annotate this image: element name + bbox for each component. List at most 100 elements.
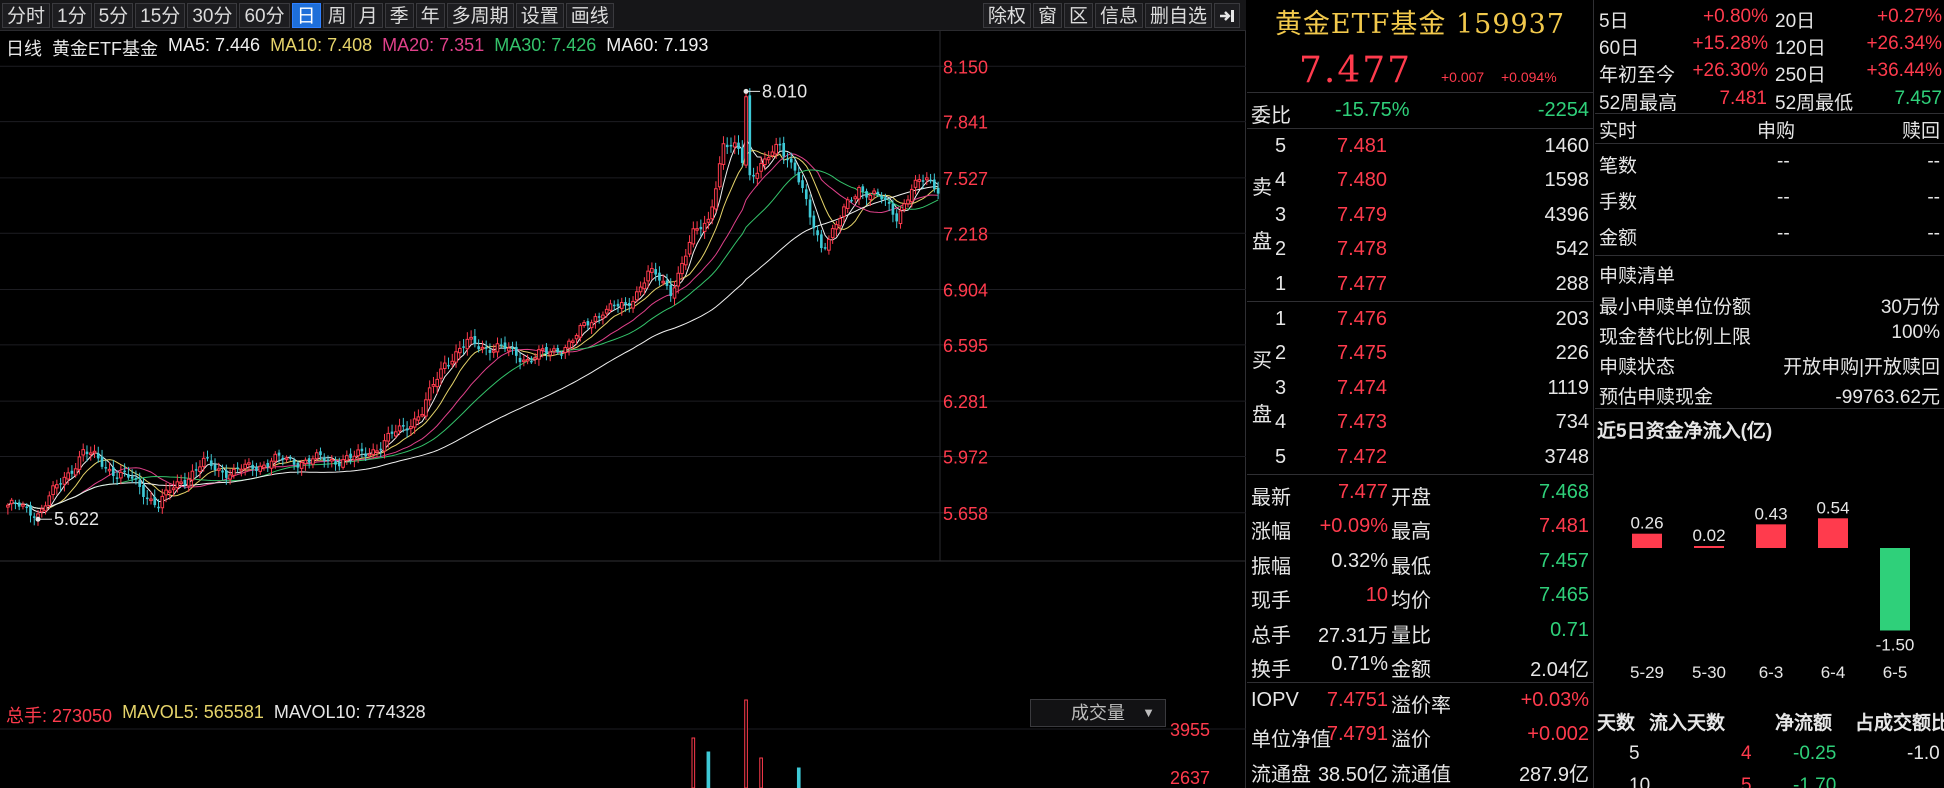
quote-panel: 黄金ETF基金 159937 7.477 +0.007 +0.094% 委比 -… — [1247, 0, 1594, 788]
tool-button-4[interactable]: 删自选 — [1144, 3, 1212, 28]
kline-chart-pane[interactable]: 日线 黄金ETF基金 MA5: 7.446 MA10: 7.408 MA20: … — [0, 31, 1246, 788]
volume-tick-1: 2637 — [1170, 768, 1210, 788]
flow-bar-label-3: 0.54 — [1816, 498, 1849, 517]
candle-body — [702, 222, 707, 232]
realtime-label: 手数 — [1599, 192, 1638, 213]
flow-bar-label-2: 0.43 — [1754, 504, 1787, 523]
period-tab-9[interactable]: 季 — [384, 3, 414, 28]
candle-body — [665, 280, 669, 286]
week52-high: 7.481 — [1719, 88, 1767, 109]
ask-level-4: 4 7.480 1598 — [1247, 163, 1593, 198]
candle-body — [375, 450, 379, 453]
candle-body — [14, 502, 17, 504]
period-tab-1[interactable]: 1分 — [52, 3, 92, 28]
price-change: +0.007 — [1441, 69, 1485, 85]
period-tab-12[interactable]: 设置 — [515, 3, 564, 28]
candle-body — [314, 452, 319, 460]
level-volume: 1119 — [1547, 376, 1589, 399]
extreme-markers: 8.010 5.622 — [35, 81, 807, 529]
list-value: 100% — [1891, 322, 1940, 343]
stat-row: 单位净值 7.4791 溢价 +0.002 — [1247, 717, 1593, 752]
period-tab-6[interactable]: 日 — [291, 3, 321, 28]
indicator-select[interactable]: 成交量 ▼ — [1030, 699, 1166, 727]
candle-body — [134, 478, 138, 480]
candle-body — [412, 418, 417, 428]
candle-body — [51, 485, 55, 496]
stat-label: 单位净值 — [1251, 729, 1331, 751]
candle-body — [9, 499, 14, 505]
candle-body — [861, 186, 865, 192]
candle-body — [104, 467, 108, 469]
bid-level-4: 4 7.473 734 — [1247, 405, 1593, 440]
list-label: 最小申赎单位份额 — [1599, 297, 1752, 318]
candle-body — [710, 206, 714, 220]
weibi-label: 委比 — [1251, 105, 1291, 127]
list-label: 申赎状态 — [1599, 357, 1676, 378]
candle-body — [570, 340, 575, 343]
tool-button-1[interactable]: 窗 — [1032, 3, 1062, 28]
candle-body — [183, 479, 187, 485]
candle-body — [149, 498, 153, 502]
level-volume: 203 — [1555, 307, 1589, 330]
level-price: 7.477 — [1337, 272, 1388, 295]
flow-table-row: 10 5 -1.70 — [1595, 773, 1944, 788]
candle-body — [921, 180, 925, 182]
candle-body — [638, 286, 643, 293]
column-header: 赎回 — [1901, 121, 1940, 142]
price-tick-7: 5.972 — [943, 448, 988, 468]
bid-book: 1 7.476 203 2 7.475 226 3 7.474 1119 4 7.473 734 5 7.… — [1247, 302, 1593, 474]
tool-button-0[interactable]: 除权 — [982, 3, 1031, 28]
price-tick-6: 6.281 — [943, 392, 988, 412]
candle-body — [872, 190, 876, 194]
candle-body — [793, 162, 797, 171]
period-tab-7[interactable]: 周 — [322, 3, 352, 28]
perf-value: +26.34% — [1866, 33, 1942, 54]
perf-label: 5日 — [1599, 11, 1629, 32]
candle-body — [364, 453, 367, 457]
list-row: 申赎状态 开放申购|开放赎回 — [1595, 350, 1944, 378]
candle-body — [273, 453, 278, 462]
candle-body — [160, 495, 165, 509]
period-tab-3[interactable]: 15分 — [135, 3, 186, 28]
flow-table-row: 5 4 -0.25 -1.0 — [1595, 741, 1944, 768]
candle-body — [322, 457, 326, 461]
period-tab-10[interactable]: 年 — [415, 3, 445, 28]
candle-body — [360, 448, 364, 452]
period-tab-0[interactable]: 分时 — [2, 3, 51, 28]
period-tab-5[interactable]: 60分 — [239, 3, 290, 28]
column-header: 流入天数 — [1649, 713, 1726, 734]
period-tab-2[interactable]: 5分 — [93, 3, 134, 28]
period-tab-11[interactable]: 多周期 — [446, 3, 514, 28]
ma60-line — [7, 185, 939, 509]
candle-body — [933, 179, 936, 189]
candle-body — [865, 191, 868, 198]
stat-value: 0.32% — [1331, 549, 1388, 572]
period-tab-13[interactable]: 画线 — [565, 3, 614, 28]
exit-panel-button[interactable] — [1214, 3, 1240, 28]
ma10-line — [7, 149, 939, 509]
candle-body — [73, 468, 78, 476]
level-number: 4 — [1275, 411, 1287, 433]
chart-tools: 除权窗区信息 删自选 — [982, 3, 1240, 28]
stat-label: 最高 — [1391, 521, 1431, 543]
candle-body — [179, 481, 183, 485]
stat-row: 最新 7.477 开盘 7.468 — [1247, 475, 1593, 510]
tool-button-2[interactable]: 区 — [1063, 3, 1093, 28]
candle-body — [209, 460, 213, 467]
candlestick-chart[interactable]: 3955 2637 8.150 7.841 7.527 7.218 6.904 6.595 6… — [0, 31, 1246, 788]
price-tick-1: 7.841 — [943, 113, 988, 133]
tool-button-3[interactable]: 信息 — [1094, 3, 1143, 28]
candle-body — [112, 467, 115, 476]
flow-bar-label-4: -1.50 — [1876, 636, 1915, 655]
level-number: 4 — [1275, 169, 1287, 191]
period-tab-4[interactable]: 30分 — [187, 3, 238, 28]
indicator-select-label: 成交量 — [1071, 703, 1125, 723]
candle-body — [906, 199, 910, 205]
candle-body — [439, 368, 443, 379]
candle-body — [397, 425, 402, 432]
candle-body — [560, 354, 563, 356]
candle-body — [801, 180, 804, 189]
list-value: 30万份 — [1880, 297, 1940, 318]
period-tab-8[interactable]: 月 — [353, 3, 383, 28]
flow-bar-4 — [1880, 548, 1910, 631]
